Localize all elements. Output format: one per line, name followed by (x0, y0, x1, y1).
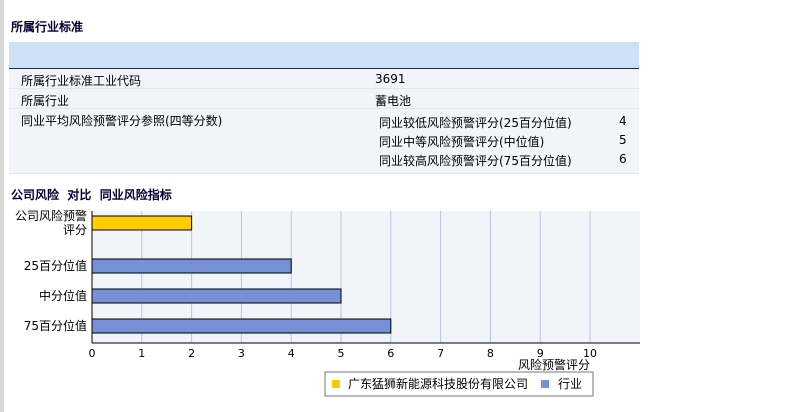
industry-info-table: 所属行业标准工业代码 3691 所属行业 蓄电池 同业平均风险预警评分参照(四等… (9, 69, 639, 174)
peer-score-high-label: 同业较高风险预警评分(75百分位值) (379, 154, 572, 168)
x-tick-label: 3 (238, 347, 245, 360)
x-tick-label: 4 (288, 347, 295, 360)
section-title-risk-comparison: 公司风险 对比 同业风险指标 (11, 188, 172, 202)
table-header-band (9, 42, 639, 69)
peer-score-high-value: 6 (619, 152, 627, 166)
x-tick-label: 5 (338, 347, 345, 360)
legend-swatch (332, 380, 340, 388)
category-label: 评分 (63, 223, 87, 237)
x-axis-label: 风险预警评分 (518, 357, 590, 372)
table-row: 所属行业标准工业代码 3691 (9, 69, 639, 89)
peer-average-label: 同业平均风险预警评分参照(四等分数) (21, 114, 223, 128)
x-tick-label: 8 (487, 347, 494, 360)
category-label: 中分位值 (39, 288, 87, 303)
risk-bar-chart: 公司风险预警评分25百分位值中分位值75百分位值0 1 2 3 4 5 6 7 8 9 10风险预警… (15, 208, 640, 397)
legend-swatch (541, 380, 549, 388)
bar-1 (91, 215, 193, 231)
peer-score-low-label: 同业较低风险预警评分(25百分位值) (379, 116, 572, 130)
industry-code-value: 3691 (375, 72, 406, 86)
bar-4 (91, 318, 392, 334)
x-tick-label: 6 (387, 347, 394, 360)
section-title-industry-standard: 所属行业标准 (11, 20, 84, 34)
peer-score-mid-value: 5 (619, 133, 627, 147)
bar-2 (91, 258, 292, 274)
peer-score-low-value: 4 (619, 114, 627, 128)
industry-value: 蓄电池 (375, 94, 412, 108)
category-label: 公司风险预警 (15, 208, 87, 223)
table-row: 所属行业 蓄电池 (9, 89, 639, 109)
x-tick-label: 1 (138, 347, 145, 360)
peer-score-mid-label: 同业中等风险预警评分(中位值) (379, 135, 545, 149)
x-tick-label: 0 (89, 347, 96, 360)
legend-label: 广东猛狮新能源科技股份有限公司 (348, 376, 528, 391)
industry-code-label: 所属行业标准工业代码 (21, 74, 142, 88)
table-row: 同业平均风险预警评分参照(四等分数) 同业较低风险预警评分(25百分位值) 4 … (9, 109, 639, 174)
bar-3 (91, 288, 342, 304)
x-tick-label: 7 (437, 347, 444, 360)
industry-label: 所属行业 (21, 94, 70, 108)
x-tick-label: 2 (188, 347, 195, 360)
category-label: 75百分位值 (24, 318, 87, 333)
legend-label: 行业 (558, 377, 582, 391)
category-label: 25百分位值 (24, 258, 87, 273)
